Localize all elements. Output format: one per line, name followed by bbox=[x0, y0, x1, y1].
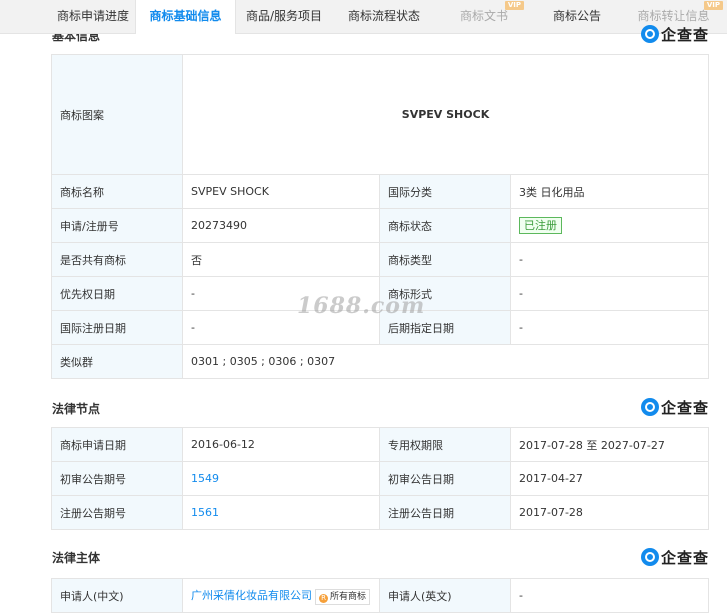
label-cell: 是否共有商标 bbox=[51, 242, 183, 277]
value-cell: 已注册 bbox=[510, 208, 709, 243]
value-cell: SVPEV SHOCK bbox=[182, 174, 380, 209]
tab-process-status[interactable]: 商标流程状态 bbox=[334, 0, 434, 33]
value-cell: 2017-04-27 bbox=[510, 461, 709, 496]
label-cell: 国际分类 bbox=[379, 174, 511, 209]
announcement-link[interactable]: 1549 bbox=[191, 472, 219, 485]
value-cell: 1561 bbox=[182, 495, 380, 530]
vip-badge: VIP bbox=[504, 1, 524, 10]
section-title-legal: 法律节点 bbox=[52, 402, 101, 416]
table-row: 初审公告期号 1549 初审公告日期 2017-04-27 bbox=[51, 461, 709, 496]
tab-label: 商品/服务项目 bbox=[245, 9, 323, 23]
label-cell: 申请/注册号 bbox=[51, 208, 183, 243]
label-cell: 国际注册日期 bbox=[51, 310, 183, 345]
trademark-image: SVPEV SHOCK bbox=[182, 54, 709, 175]
owned-label: 所有商标 bbox=[330, 591, 367, 602]
logo-text: 企查查 bbox=[660, 25, 709, 44]
tab-announcements[interactable]: 商标公告 bbox=[534, 0, 620, 33]
legal-nodes-table: 商标申请日期 2016-06-12 专用权期限 2017-07-28 至 202… bbox=[51, 427, 709, 530]
table-row: 是否共有商标 否 商标类型 - bbox=[51, 242, 709, 277]
value-cell: 2017-07-28 至 2027-07-27 bbox=[510, 427, 709, 462]
tab-label: 商标公告 bbox=[552, 9, 601, 23]
tab-goods-services[interactable]: 商品/服务项目 bbox=[234, 0, 334, 33]
logo-text: 企查查 bbox=[660, 548, 709, 567]
label-cell: 申请人(英文) bbox=[379, 578, 511, 613]
label-cell: 商标图案 bbox=[51, 54, 183, 175]
announcement-link[interactable]: 1561 bbox=[191, 506, 219, 519]
qichacha-logo: 企查查 bbox=[640, 397, 709, 417]
label-cell: 专用权期限 bbox=[379, 427, 511, 462]
status-badge: 已注册 bbox=[519, 217, 562, 234]
table-row: 类似群 0301 ; 0305 ; 0306 ; 0307 bbox=[51, 344, 709, 379]
legal-subject-table: 申请人(中文) 广州采倩化妆品有限公司 R 所有商标 申请人(英文) - bbox=[51, 578, 709, 613]
owned-trademarks-button[interactable]: R 所有商标 bbox=[315, 588, 371, 605]
qichacha-icon bbox=[640, 398, 659, 416]
label-cell: 注册公告期号 bbox=[51, 495, 183, 530]
label-cell: 商标名称 bbox=[51, 174, 183, 209]
qichacha-logo: 企查查 bbox=[640, 24, 709, 44]
label-cell: 初审公告日期 bbox=[379, 461, 511, 496]
value-cell: 0301 ; 0305 ; 0306 ; 0307 bbox=[182, 344, 709, 379]
label-cell: 初审公告期号 bbox=[51, 461, 183, 496]
table-row: 商标名称 SVPEV SHOCK 国际分类 3类 日化用品 bbox=[51, 174, 709, 209]
qichacha-logo: 企查查 bbox=[640, 547, 709, 567]
label-cell: 类似群 bbox=[51, 344, 183, 379]
value-cell: 2017-07-28 bbox=[510, 495, 709, 530]
table-row: 申请/注册号 20273490 商标状态 已注册 bbox=[51, 208, 709, 243]
value-cell: 2016-06-12 bbox=[182, 427, 380, 462]
tab-label: 商标文书 bbox=[459, 9, 508, 23]
tab-label: 商标基础信息 bbox=[149, 9, 222, 23]
vip-badge: VIP bbox=[703, 1, 723, 10]
tab-label: 商标流程状态 bbox=[347, 9, 420, 23]
qichacha-icon bbox=[640, 548, 659, 566]
value-cell: 广州采倩化妆品有限公司 R 所有商标 bbox=[182, 578, 380, 613]
value-cell: - bbox=[510, 578, 709, 613]
tab-bar: 商标申请进度 商标基础信息 商品/服务项目 商标流程状态 商标文书 VIP 商标公… bbox=[0, 0, 727, 34]
table-row: 注册公告期号 1561 注册公告日期 2017-07-28 bbox=[51, 495, 709, 530]
table-row: 商标图案 SVPEV SHOCK bbox=[51, 54, 709, 175]
value-cell: 否 bbox=[182, 242, 380, 277]
watermark: 1688.com bbox=[297, 293, 426, 319]
registered-icon: R bbox=[319, 593, 328, 603]
tab-application-progress[interactable]: 商标申请进度 bbox=[41, 0, 145, 33]
value-cell: 1549 bbox=[182, 461, 380, 496]
label-cell: 商标状态 bbox=[379, 208, 511, 243]
qichacha-icon bbox=[640, 25, 659, 43]
section-title-subject: 法律主体 bbox=[52, 551, 101, 565]
basic-info-table: 商标图案 SVPEV SHOCK 商标名称 SVPEV SHOCK 国际分类 3… bbox=[51, 54, 709, 379]
label-cell: 商标类型 bbox=[379, 242, 511, 277]
tab-documents[interactable]: 商标文书 VIP bbox=[434, 0, 534, 33]
value-cell: 20273490 bbox=[182, 208, 380, 243]
value-cell: 3类 日化用品 bbox=[510, 174, 709, 209]
value-cell: - bbox=[510, 276, 709, 311]
label-cell: 申请人(中文) bbox=[51, 578, 183, 613]
value-cell: - bbox=[510, 310, 709, 345]
tab-basic-info[interactable]: 商标基础信息 bbox=[135, 0, 236, 34]
logo-text: 企查查 bbox=[660, 398, 709, 417]
value-cell: - bbox=[510, 242, 709, 277]
applicant-link[interactable]: 广州采倩化妆品有限公司 bbox=[191, 589, 312, 602]
label-cell: 商标申请日期 bbox=[51, 427, 183, 462]
label-cell: 注册公告日期 bbox=[379, 495, 511, 530]
label-cell: 优先权日期 bbox=[51, 276, 183, 311]
tab-label: 商标转让信息 bbox=[637, 9, 710, 23]
table-row: 商标申请日期 2016-06-12 专用权期限 2017-07-28 至 202… bbox=[51, 427, 709, 462]
tab-label: 商标申请进度 bbox=[56, 9, 129, 23]
table-row: 申请人(中文) 广州采倩化妆品有限公司 R 所有商标 申请人(英文) - bbox=[51, 578, 709, 613]
